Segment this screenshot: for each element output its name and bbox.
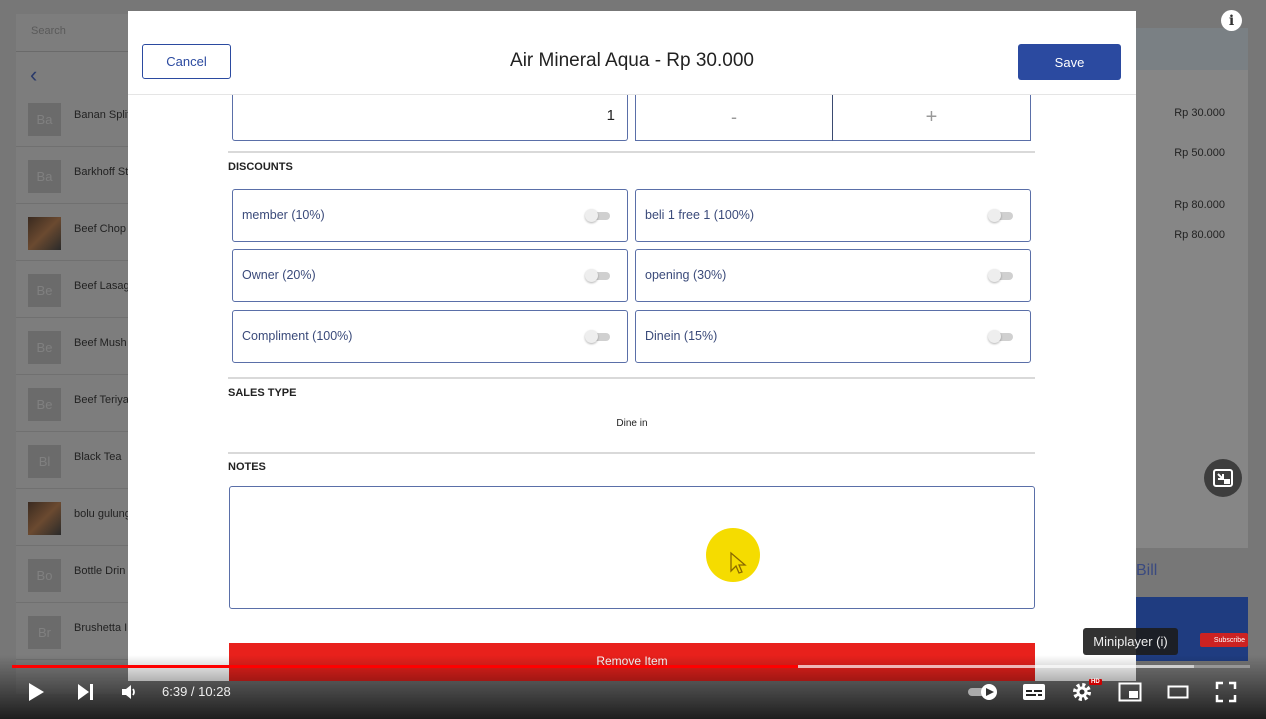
- item-edit-modal: Cancel Air Mineral Aqua - Rp 30.000 Save…: [128, 11, 1136, 681]
- fullscreen-icon[interactable]: [1213, 678, 1239, 706]
- discount-label: Compliment (100%): [242, 329, 353, 343]
- product-thumbnail: Be: [28, 274, 61, 307]
- product-list-item[interactable]: Be Beef Teriya: [16, 375, 130, 432]
- cancel-button[interactable]: Cancel: [142, 44, 231, 79]
- notes-heading: NOTES: [228, 461, 266, 473]
- discount-toggle[interactable]: [988, 209, 1014, 222]
- quantity-input[interactable]: 1: [232, 95, 628, 141]
- product-thumbnail: Ba: [28, 103, 61, 136]
- order-line-price: Rp 30.000: [1174, 107, 1225, 119]
- discount-option[interactable]: member (10%): [232, 189, 628, 242]
- product-list-item[interactable]: Be Beef Lasag: [16, 261, 130, 318]
- subtitles-icon[interactable]: [1021, 678, 1047, 706]
- decrease-quantity-button[interactable]: -: [635, 95, 833, 141]
- product-list-item[interactable]: Be Beef Mush: [16, 318, 130, 375]
- product-thumbnail: Be: [28, 388, 61, 421]
- search-input[interactable]: Search: [16, 14, 130, 52]
- back-chevron-icon[interactable]: ‹: [30, 62, 37, 88]
- exit-fullscreen-miniplayer-icon[interactable]: [1204, 459, 1242, 497]
- bill-button-label[interactable]: Bill: [1136, 562, 1157, 580]
- modal-header: Cancel Air Mineral Aqua - Rp 30.000 Save: [128, 11, 1136, 95]
- discounts-heading: DISCOUNTS: [228, 161, 293, 173]
- product-list-item[interactable]: Ba Barkhoff St: [16, 147, 130, 204]
- product-thumbnail: Bo: [28, 559, 61, 592]
- discount-label: member (10%): [242, 208, 325, 222]
- product-name: Beef Chop: [74, 223, 126, 235]
- next-icon[interactable]: [74, 678, 98, 706]
- modal-title: Air Mineral Aqua - Rp 30.000: [510, 50, 754, 71]
- subscribe-watermark[interactable]: Subscribe: [1200, 633, 1248, 647]
- order-line-price: Rp 50.000: [1174, 147, 1225, 159]
- discount-option[interactable]: opening (30%): [635, 249, 1031, 302]
- product-thumbnail: Br: [28, 616, 61, 649]
- video-frame: Search ‹ Ba Banan Split Ba Barkhoff St Beef …: [0, 0, 1266, 719]
- info-icon[interactable]: i: [1221, 10, 1242, 31]
- product-list-item[interactable]: Br Brushetta I: [16, 603, 130, 660]
- discount-toggle[interactable]: [585, 269, 611, 282]
- divider: [228, 452, 1035, 454]
- product-list-item[interactable]: Bl Black Tea: [16, 432, 130, 489]
- hd-badge: HD: [1089, 679, 1102, 685]
- discount-toggle[interactable]: [585, 330, 611, 343]
- theater-mode-icon[interactable]: [1165, 678, 1191, 706]
- discount-label: Dinein (15%): [645, 329, 718, 343]
- product-name: Brushetta I: [74, 622, 128, 634]
- product-list-item[interactable]: Beef Chop: [16, 204, 130, 261]
- time-display: 6:39 / 10:28: [162, 684, 231, 699]
- product-name: Black Tea: [74, 451, 122, 463]
- autoplay-toggle-icon[interactable]: [966, 678, 1000, 706]
- discount-option[interactable]: Compliment (100%): [232, 310, 628, 363]
- product-name: Bottle Drin: [74, 565, 126, 577]
- product-name: Beef Lasag: [74, 280, 130, 292]
- miniplayer-icon[interactable]: [1117, 678, 1143, 706]
- discount-label: beli 1 free 1 (100%): [645, 208, 755, 222]
- discount-option[interactable]: Owner (20%): [232, 249, 628, 302]
- product-name: Beef Mush: [74, 337, 127, 349]
- product-name: Beef Teriya: [74, 394, 129, 406]
- discount-toggle[interactable]: [585, 209, 611, 222]
- sales-type-heading: SALES TYPE: [228, 387, 297, 399]
- discount-option[interactable]: Dinein (15%): [635, 310, 1031, 363]
- mouse-cursor-icon: [730, 551, 747, 574]
- progress-played: [12, 665, 799, 668]
- product-list-item[interactable]: bolu gulung: [16, 489, 130, 546]
- volume-icon[interactable]: [118, 678, 142, 706]
- divider: [228, 151, 1035, 153]
- product-thumbnail: [28, 502, 61, 535]
- discount-toggle[interactable]: [988, 269, 1014, 282]
- miniplayer-tooltip: Miniplayer (i): [1083, 628, 1178, 655]
- progress-bar[interactable]: [12, 665, 1250, 668]
- notes-textarea[interactable]: [229, 486, 1035, 609]
- increase-quantity-button[interactable]: +: [833, 95, 1031, 141]
- product-list-item[interactable]: Bo Bottle Drin: [16, 546, 130, 603]
- play-icon[interactable]: [24, 678, 48, 706]
- product-thumbnail: Ba: [28, 160, 61, 193]
- save-button[interactable]: Save: [1018, 44, 1121, 80]
- product-thumbnail: [28, 217, 61, 250]
- product-thumbnail: Be: [28, 331, 61, 364]
- order-line-price: Rp 80.000: [1174, 229, 1225, 241]
- product-name: bolu gulung: [74, 508, 130, 520]
- product-name: Banan Split: [74, 109, 130, 121]
- product-name: Barkhoff St: [74, 166, 129, 178]
- product-list-item[interactable]: Ba Banan Split: [16, 90, 130, 147]
- discount-option[interactable]: beli 1 free 1 (100%): [635, 189, 1031, 242]
- discount-toggle[interactable]: [988, 330, 1014, 343]
- divider: [228, 377, 1035, 379]
- order-line-price: Rp 80.000: [1174, 199, 1225, 211]
- discount-label: opening (30%): [645, 268, 727, 282]
- order-panel-header: [1136, 28, 1248, 70]
- product-thumbnail: Bl: [28, 445, 61, 478]
- sales-type-value[interactable]: Dine in: [128, 418, 1136, 429]
- discount-label: Owner (20%): [242, 268, 316, 282]
